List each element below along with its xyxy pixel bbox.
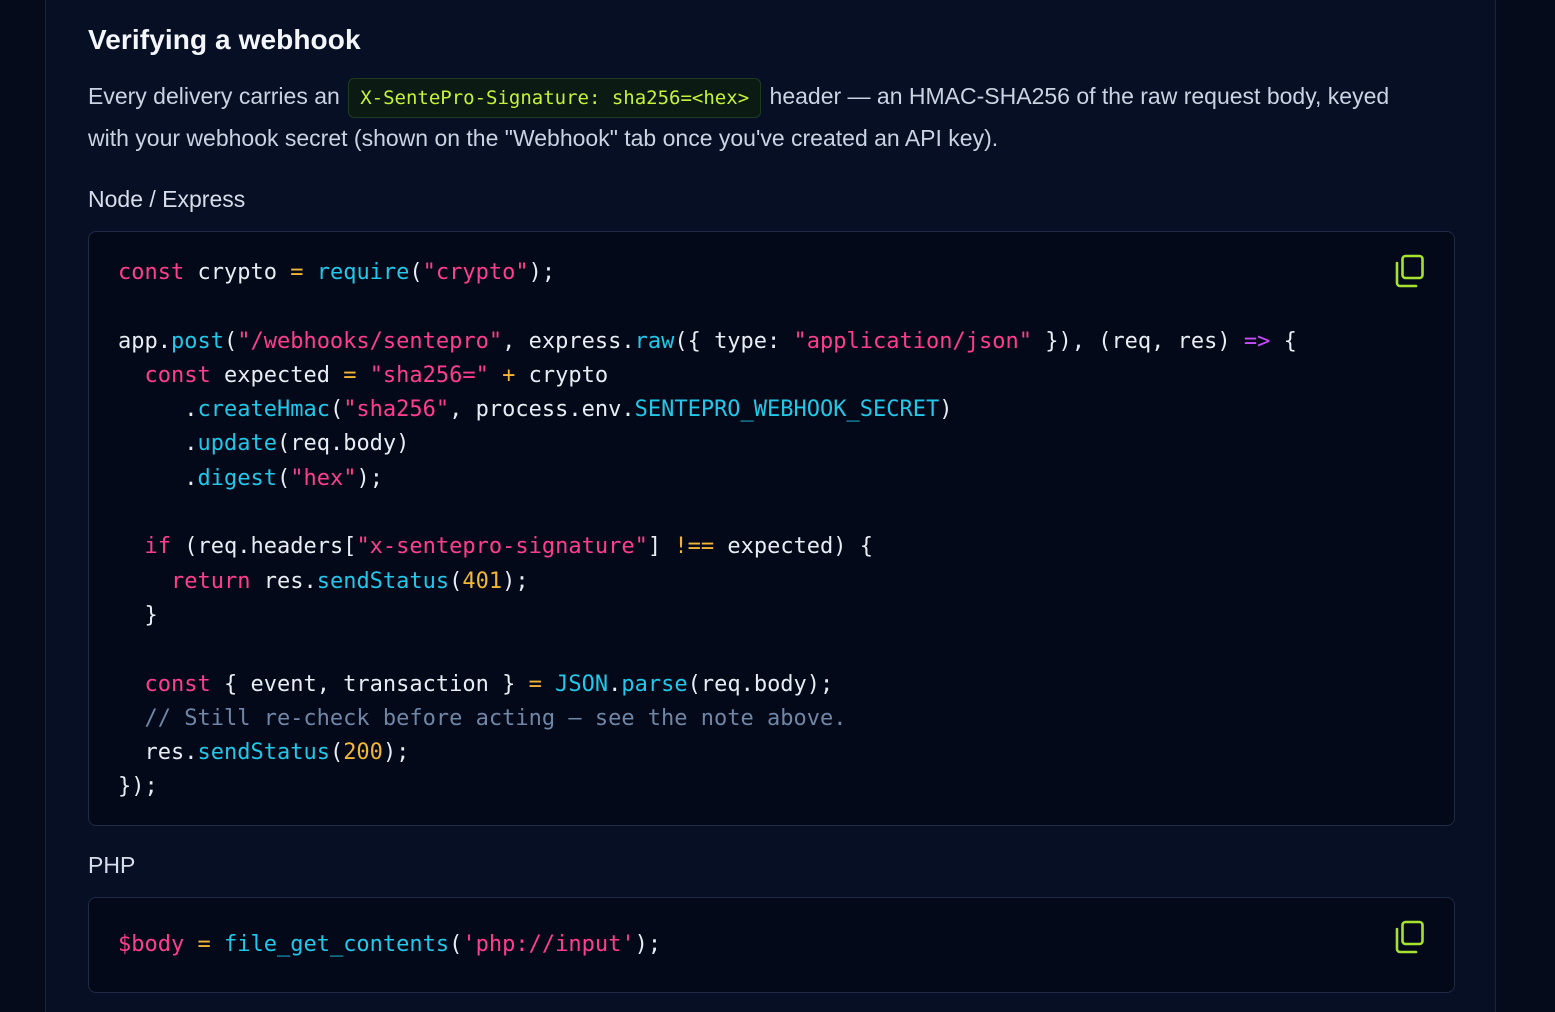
php-code: $body = file_get_contents('php://input')… xyxy=(89,898,1454,962)
code-line: // Still re-check before acting — see th… xyxy=(118,705,847,731)
code-line: const { event, transaction } = JSON.pars… xyxy=(144,671,834,697)
code-line: .createHmac("sha256", process.env.SENTEP… xyxy=(118,397,953,423)
node-code: const crypto = require("crypto"); app.po… xyxy=(89,232,1454,805)
code-line: app.post("/webhooks/sentepro", express.r… xyxy=(118,328,1297,354)
code-line: if (req.headers["x-sentepro-signature"] … xyxy=(144,534,874,560)
node-express-label: Node / Express xyxy=(88,186,246,212)
code-line: res.sendStatus(200); xyxy=(118,740,410,766)
code-line: return res.sendStatus(401); xyxy=(170,568,529,594)
signature-header-code: X-SentePro-Signature: sha256=<hex> xyxy=(348,78,762,118)
code-line: const expected = "sha256=" + crypto xyxy=(144,362,609,388)
copy-icon[interactable] xyxy=(1394,920,1426,954)
code-line: } xyxy=(118,602,158,628)
code-line: .digest("hex"); xyxy=(118,465,383,491)
copy-icon-graphic xyxy=(1395,920,1424,954)
code-line: $body = file_get_contents('php://input')… xyxy=(118,932,662,957)
php-code-block: $body = file_get_contents('php://input')… xyxy=(88,897,1455,993)
copy-icon[interactable] xyxy=(1394,254,1426,288)
code-line: const crypto = require("crypto"); xyxy=(118,260,556,285)
section-title: Verifying a webhook xyxy=(88,24,361,55)
node-code-block: const crypto = require("crypto"); app.po… xyxy=(88,231,1455,826)
intro-text-before: Every delivery carries an xyxy=(88,83,340,109)
php-label: PHP xyxy=(88,852,136,878)
code-line: .update(req.body) xyxy=(118,431,410,457)
code-line: }); xyxy=(118,774,158,800)
intro-paragraph: Every delivery carries an X-SentePro-Sig… xyxy=(88,76,1418,158)
copy-icon-graphic xyxy=(1395,254,1424,288)
